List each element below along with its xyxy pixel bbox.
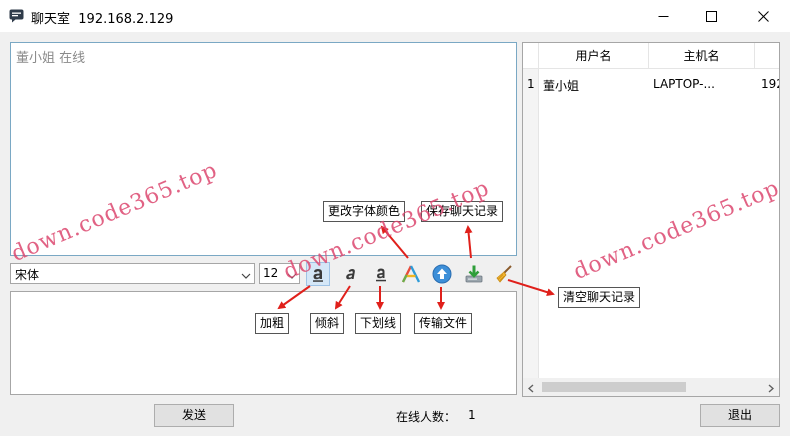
row-number-gutter	[523, 69, 539, 379]
cell-ip: 192	[761, 77, 779, 91]
font-color-icon	[401, 265, 421, 283]
bold-button[interactable]	[306, 262, 330, 286]
send-button[interactable]: 发送	[154, 404, 234, 427]
title-bar: 聊天室 192.168.2.129	[0, 0, 790, 32]
scroll-left-icon[interactable]	[527, 382, 534, 396]
chat-log[interactable]: 董小姐 在线	[10, 42, 517, 256]
callout-font-color: 更改字体颜色	[323, 201, 406, 222]
download-icon	[465, 265, 483, 283]
window-title-address: 192.168.2.129	[78, 12, 174, 27]
transfer-file-button[interactable]	[430, 262, 454, 286]
close-icon	[757, 10, 769, 22]
chat-line: 董小姐 在线	[16, 51, 86, 66]
column-header-hostname[interactable]: 主机名	[649, 43, 755, 69]
message-input[interactable]	[10, 291, 517, 395]
window-title: 聊天室 192.168.2.129	[31, 8, 173, 27]
scrollbar-thumb[interactable]	[542, 382, 686, 392]
font-size-value: 12	[263, 266, 279, 280]
minimize-button[interactable]	[640, 0, 686, 32]
column-header-ip[interactable]	[755, 43, 779, 69]
broom-icon	[496, 265, 512, 283]
callout-transfer-file: 传输文件	[414, 313, 473, 334]
close-button[interactable]	[740, 0, 786, 32]
underline-button[interactable]	[369, 262, 393, 286]
cell-hostname: LAPTOP-...	[653, 77, 715, 91]
callout-save-history: 保存聊天记录	[421, 201, 504, 222]
chevron-down-icon	[287, 269, 297, 283]
callout-italic: 倾斜	[310, 313, 345, 334]
font-family-select[interactable]: 宋体	[10, 263, 255, 284]
font-family-value: 宋体	[15, 268, 40, 282]
exit-button[interactable]: 退出	[700, 404, 780, 427]
upload-icon	[432, 264, 452, 284]
scroll-right-icon[interactable]	[768, 382, 775, 396]
online-users-table[interactable]: 用户名 主机名 1 董小姐 LAPTOP-... 192	[522, 42, 780, 397]
chevron-down-icon	[241, 269, 251, 283]
font-color-button[interactable]	[399, 262, 423, 286]
maximize-button[interactable]	[688, 0, 734, 32]
font-size-select[interactable]: 12	[259, 263, 300, 284]
save-history-button[interactable]	[462, 262, 486, 286]
window-title-name: 聊天室	[31, 12, 71, 27]
callout-bold: 加粗	[255, 313, 290, 334]
table-header: 用户名 主机名	[523, 43, 779, 69]
cell-username: 董小姐	[543, 79, 580, 93]
minimize-icon	[658, 15, 668, 17]
online-count-label: 在线人数：	[396, 410, 457, 424]
row-number-header	[523, 43, 539, 69]
underline-icon	[376, 268, 386, 282]
horizontal-scrollbar[interactable]	[523, 378, 779, 396]
italic-icon	[346, 269, 355, 280]
chat-bubble-icon	[9, 9, 24, 23]
clear-history-button[interactable]	[492, 262, 516, 286]
table-row[interactable]: 1 董小姐 LAPTOP-... 192	[523, 73, 779, 95]
row-number: 1	[527, 77, 535, 91]
callout-clear-history: 清空聊天记录	[558, 287, 641, 308]
callout-underline: 下划线	[355, 313, 402, 334]
online-count-value: 1	[468, 408, 476, 422]
bold-icon	[313, 269, 323, 282]
column-header-username[interactable]: 用户名	[539, 43, 649, 69]
italic-button[interactable]	[338, 262, 362, 286]
maximize-icon	[705, 10, 717, 22]
